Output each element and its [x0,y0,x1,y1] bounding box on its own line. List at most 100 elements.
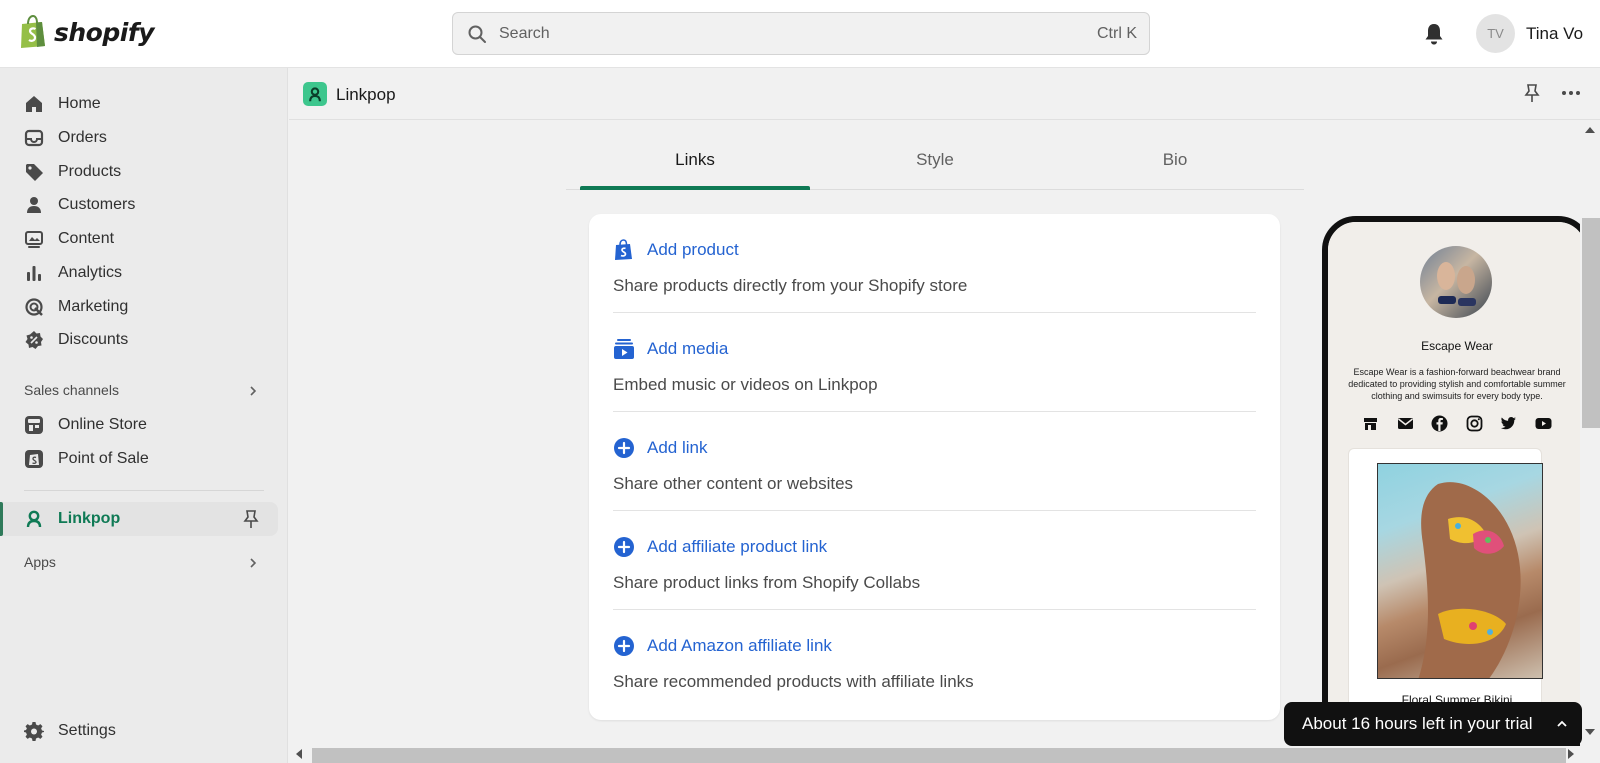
horizontal-scrollbar-thumb[interactable] [312,748,1566,763]
bell-icon[interactable] [1423,22,1445,46]
option-add-product[interactable]: Add product Share products directly from… [613,214,1256,313]
sidebar-item-label: Content [58,230,115,247]
top-bar: shopify Search Ctrl K TV Tina Vo [0,0,1600,68]
mail-icon[interactable] [1397,415,1414,432]
scroll-right-arrow-icon[interactable] [1568,749,1574,759]
option-add-link[interactable]: Add link Share other content or websites [613,412,1256,511]
product-image [1377,463,1543,679]
tab-bio[interactable]: Bio [1060,150,1290,190]
sidebar-item-products[interactable]: Products [24,157,121,187]
sidebar-item-online-store[interactable]: Online Store [24,410,147,440]
sidebar-item-customers[interactable]: Customers [24,190,135,220]
option-add-media[interactable]: Add media Embed music or videos on Linkp… [613,313,1256,412]
store-icon [25,416,43,434]
youtube-icon[interactable] [1535,415,1552,432]
linkpop-icon [26,510,42,528]
sidebar-item-label: Linkpop [58,510,121,527]
pin-icon[interactable] [1523,83,1541,103]
sidebar-item-linkpop[interactable]: Linkpop [24,504,120,534]
sidebar-item-label: Analytics [58,264,123,281]
trial-text: About 16 hours left in your trial [1302,714,1533,733]
apps-label[interactable]: Apps [24,554,56,570]
sales-channels-label[interactable]: Sales channels [24,382,119,398]
facebook-icon[interactable] [1431,415,1448,432]
sidebar-item-settings[interactable]: Settings [24,716,116,746]
shopify-bag-icon [21,15,45,48]
option-description: Share product links from Shopify Collabs [613,573,921,592]
twitter-icon[interactable] [1500,415,1517,432]
trial-banner[interactable]: About 16 hours left in your trial [1284,702,1582,746]
sidebar-item-marketing[interactable]: Marketing [24,292,128,322]
sidebar-divider [24,490,264,491]
profile-bio: Escape Wear is a fashion-forward beachwe… [1348,367,1566,401]
profile-name: Escape Wear [1421,339,1493,353]
phone-preview: Escape Wear Escape Wear is a fashion-for… [1322,216,1592,756]
option-title[interactable]: Add Amazon affiliate link [613,635,832,657]
option-title-label: Add product [647,240,739,259]
bar-chart-icon [27,266,41,281]
more-icon[interactable] [1561,90,1581,96]
sidebar-item-label: Customers [58,196,136,213]
option-add-affiliate-product-link[interactable]: Add affiliate product link Share product… [613,511,1256,610]
discount-icon [25,331,43,349]
pin-icon[interactable] [242,509,260,529]
chevron-up-icon[interactable] [1556,718,1568,730]
sidebar-item-label: Point of Sale [58,450,149,467]
add-options-card: Add product Share products directly from… [589,214,1280,720]
vertical-scrollbar-thumb[interactable] [1582,218,1600,428]
active-tab-indicator [580,186,810,190]
linkpop-app-icon [303,82,327,106]
tag-icon [26,164,43,181]
search-input[interactable]: Search Ctrl K [452,12,1150,55]
sidebar-item-orders[interactable]: Orders [24,123,107,153]
tab-style[interactable]: Style [820,150,1050,190]
app-header: Linkpop [289,68,1600,120]
instagram-icon[interactable] [1466,415,1483,432]
scroll-left-arrow-icon[interactable] [296,749,302,759]
option-title[interactable]: Add affiliate product link [613,536,827,558]
tab-links[interactable]: Links [580,150,810,190]
sidebar-item-label: Settings [58,722,116,739]
shopify-logo[interactable]: shopify [18,15,155,49]
sidebar-item-discounts[interactable]: Discounts [24,325,128,355]
sidebar-item-analytics[interactable]: Analytics [24,258,122,288]
preview-screen: Escape Wear Escape Wear is a fashion-for… [1328,222,1586,750]
scroll-down-arrow-icon[interactable] [1585,729,1595,735]
option-description: Share recommended products with affiliat… [613,672,974,691]
option-title-label: Add link [647,438,708,457]
shopify-bag-icon [615,239,632,260]
sidebar-item-label: Marketing [58,298,129,315]
search-icon [468,25,486,43]
sidebar-item-label: Online Store [58,416,147,433]
sidebar-item-label: Discounts [58,331,129,348]
user-name[interactable]: Tina Vo [1526,24,1583,44]
social-links [1362,415,1552,432]
vertical-scrollbar[interactable] [1580,120,1600,748]
sidebar-item-home[interactable]: Home [24,89,101,119]
sidebar-item-point-of-sale[interactable]: Point of Sale [24,444,149,474]
profile-photo [1437,262,1476,306]
option-title-label: Add Amazon affiliate link [647,636,832,655]
sidebar-active-indicator [0,502,3,536]
person-icon [27,197,41,213]
chevron-right-icon[interactable] [246,384,260,398]
target-icon [25,298,43,316]
sidebar-item-content[interactable]: Content [24,224,114,254]
search-shortcut: Ctrl K [1097,24,1137,42]
sidebar-item-label: Orders [58,129,107,146]
chevron-right-icon[interactable] [246,556,260,570]
product-photo [1418,482,1521,678]
scroll-up-arrow-icon[interactable] [1585,127,1595,133]
option-add-amazon-affiliate-link[interactable]: Add Amazon affiliate link Share recommen… [613,610,1256,709]
store-icon[interactable] [1362,415,1379,432]
option-title[interactable]: Add product [613,239,739,261]
plus-circle-icon [614,438,634,458]
media-icon [614,339,634,359]
avatar[interactable]: TV [1476,14,1515,53]
linkpop-icon [309,87,321,102]
sidebar-item-label: Home [58,95,101,112]
plus-circle-icon [614,537,634,557]
option-title[interactable]: Add media [613,338,728,360]
home-icon [26,96,42,112]
option-title[interactable]: Add link [613,437,707,459]
